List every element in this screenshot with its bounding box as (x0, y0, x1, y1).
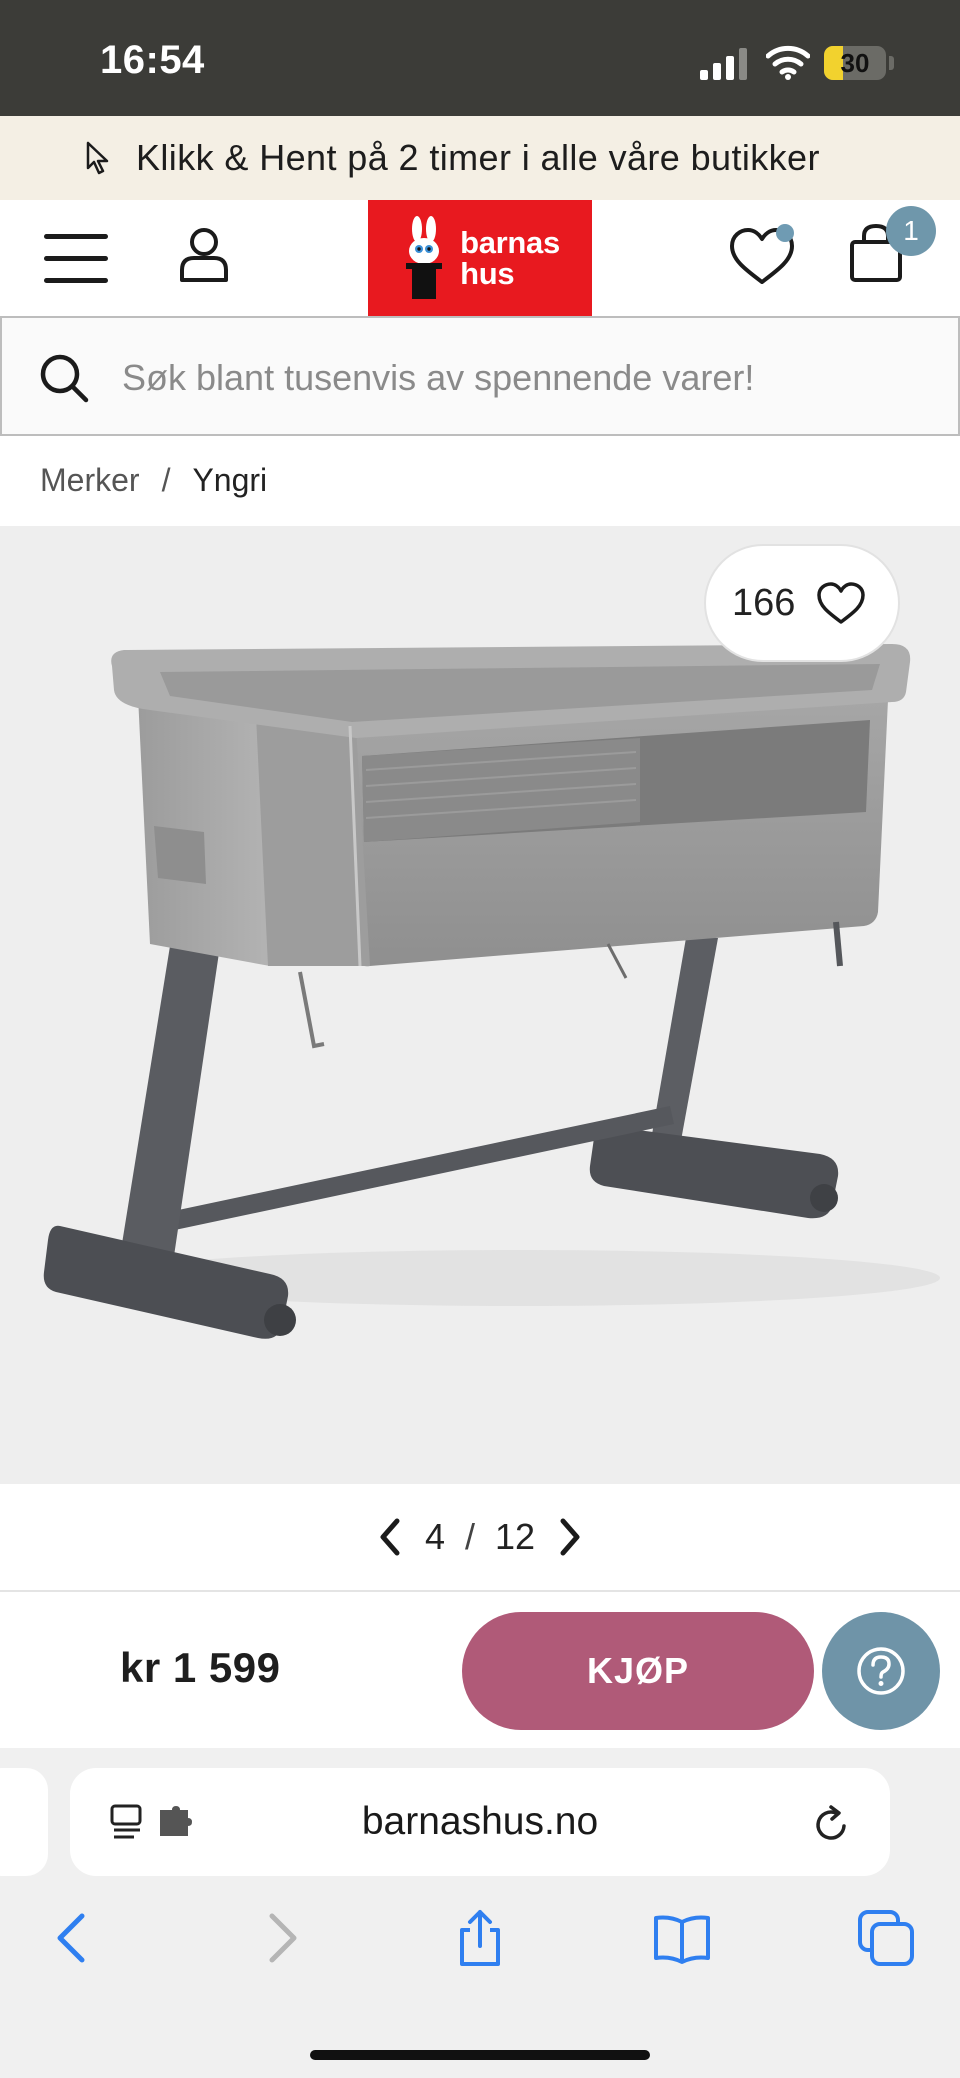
current-image-index: 4 (424, 1516, 445, 1557)
cursor-icon (86, 141, 109, 175)
cellular-signal-icon (700, 48, 747, 80)
search-input[interactable] (122, 346, 922, 410)
share-icon[interactable] (450, 1908, 510, 1968)
total-images: 12 (495, 1516, 536, 1557)
menu-button[interactable] (44, 234, 108, 284)
back-arrow-icon[interactable] (44, 1908, 104, 1968)
chevron-left-icon[interactable] (375, 1517, 405, 1557)
product-price: kr 1 599 (120, 1644, 281, 1691)
buy-button[interactable]: KJØP (462, 1612, 814, 1730)
wishlist-indicator-dot (776, 224, 794, 242)
browser-chrome: barnashus.no (0, 1748, 960, 2078)
chevron-right-icon[interactable] (555, 1517, 585, 1557)
breadcrumb-item-current: Yngri (192, 462, 268, 498)
status-time: 16:54 (100, 38, 205, 82)
cart-count-badge: 1 (886, 206, 936, 256)
search-bar (0, 316, 960, 436)
account-icon[interactable] (176, 224, 232, 284)
product-image[interactable] (0, 526, 960, 1484)
rabbit-hat-logo-icon (406, 216, 443, 299)
help-button[interactable] (822, 1612, 940, 1730)
site-logo[interactable]: barnas hus (368, 200, 592, 316)
breadcrumb-item-merker[interactable]: Merker (40, 462, 140, 499)
site-header: barnas hus (0, 200, 960, 316)
battery-level: 30 (840, 48, 870, 78)
reload-icon[interactable] (812, 1804, 852, 1844)
logo-text: barnas hus (460, 225, 560, 291)
bedside-crib-illustration (43, 644, 940, 1339)
like-count: 166 (732, 581, 796, 624)
wifi-icon (766, 45, 810, 80)
search-icon[interactable] (38, 352, 90, 404)
pager-separator: / (464, 1516, 475, 1557)
buy-bar: kr 1 599 KJØP (0, 1592, 960, 1748)
previous-tab-peek[interactable] (0, 1768, 48, 1876)
promo-text: Klikk & Hent på 2 timer i alle våre buti… (136, 137, 820, 178)
url-text: barnashus.no (361, 1800, 599, 1843)
tabs-icon[interactable] (856, 1908, 916, 1968)
promo-banner[interactable]: Klikk & Hent på 2 timer i alle våre buti… (0, 116, 960, 200)
address-bar[interactable]: barnashus.no (70, 1768, 890, 1876)
heart-icon (817, 582, 866, 624)
status-bar: 16:54 30 (0, 0, 960, 116)
bookmarks-book-icon[interactable] (652, 1908, 712, 1968)
breadcrumb-separator: / (161, 462, 171, 498)
forward-arrow-icon[interactable] (250, 1908, 310, 1968)
battery-icon: 30 (824, 46, 886, 80)
image-pager: 4 / 12 (0, 1484, 960, 1590)
breadcrumb: Merker / Yngri (40, 462, 267, 499)
question-mark-icon (857, 1647, 905, 1695)
like-button[interactable]: 166 (704, 544, 900, 662)
home-indicator (310, 2050, 650, 2060)
browser-toolbar (0, 1908, 960, 2008)
